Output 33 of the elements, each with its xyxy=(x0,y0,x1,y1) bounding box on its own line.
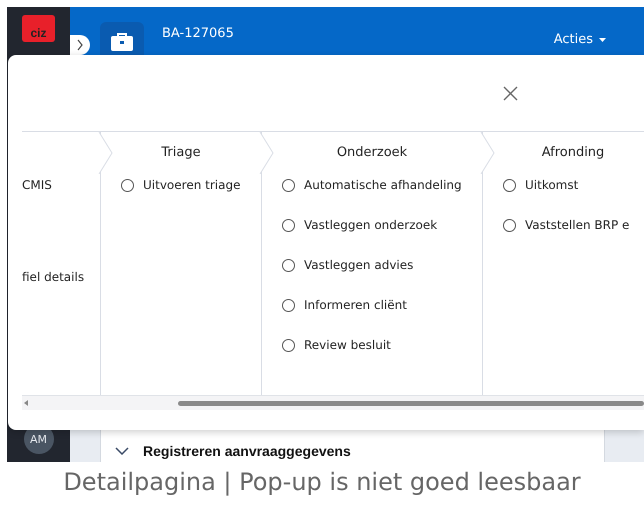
step-label: fiel details xyxy=(22,269,86,286)
step-label: Vaststellen BRP e xyxy=(525,218,630,232)
step-option[interactable]: Uitvoeren triage xyxy=(121,176,261,194)
section-title: Registreren aanvraaggegevens xyxy=(143,442,351,458)
stage-title: Onderzoek xyxy=(336,144,408,160)
step-label: Automatische afhandeling xyxy=(304,178,462,192)
step-label: Vastleggen advies xyxy=(304,258,414,272)
step-option[interactable]: Vastleggen onderzoek xyxy=(282,216,482,234)
expand-toggle[interactable] xyxy=(70,35,90,55)
step-label: Review besluit xyxy=(304,338,391,352)
stage-title: Afronding xyxy=(542,144,604,160)
logo[interactable]: ciz xyxy=(22,15,55,42)
step-option[interactable]: Vaststellen BRP e xyxy=(503,216,644,234)
step-option[interactable]: Informeren cliënt xyxy=(282,296,482,314)
stage-title: Triage xyxy=(161,144,201,160)
step-label: Vastleggen onderzoek xyxy=(304,218,438,232)
step-label: Uitkomst xyxy=(525,178,578,192)
close-icon[interactable] xyxy=(503,86,518,100)
step-label: Uitvoeren triage xyxy=(143,178,240,192)
section-card[interactable]: Registreren aanvraaggegevens xyxy=(100,428,605,462)
scroll-left-icon[interactable] xyxy=(24,400,28,406)
case-number: BA-127065 xyxy=(162,26,234,41)
actions-menu[interactable]: Acties xyxy=(554,32,606,47)
step-label: Informeren cliënt xyxy=(304,298,407,312)
step-option[interactable]: Vastleggen advies xyxy=(282,256,482,274)
chevron-right-icon xyxy=(76,39,84,51)
step-option[interactable]: Review besluit xyxy=(282,336,482,354)
step-option[interactable]: Automatische afhandeling xyxy=(282,176,482,194)
caption: Detailpagina | Pop-up is niet goed leesbaar xyxy=(62,466,582,498)
briefcase-icon xyxy=(110,32,134,52)
caret-icon xyxy=(599,38,606,42)
step-label: CMIS xyxy=(22,177,53,194)
step-option[interactable]: Uitkomst xyxy=(503,176,644,194)
